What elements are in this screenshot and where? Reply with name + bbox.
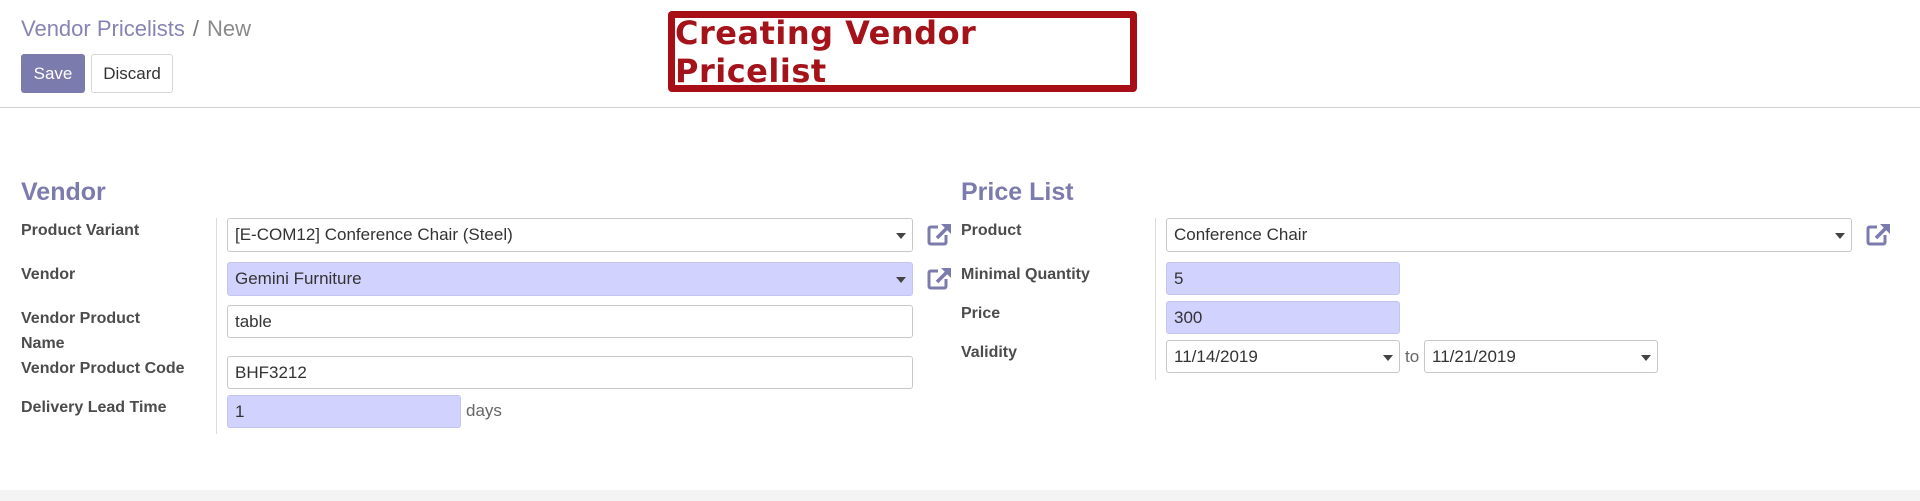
chevron-down-icon[interactable] bbox=[896, 233, 906, 239]
vendor-select[interactable]: Gemini Furniture bbox=[227, 262, 913, 296]
product-variant-label: Product Variant bbox=[21, 222, 140, 239]
product-value: Conference Chair bbox=[1174, 225, 1308, 244]
product-label: Product bbox=[961, 222, 1022, 239]
bottom-strip bbox=[0, 490, 1920, 501]
vendor-product-code-label: Vendor Product Code bbox=[21, 360, 185, 377]
vendor-product-name-input[interactable]: table bbox=[227, 305, 913, 338]
vendor-product-name-value: table bbox=[235, 311, 272, 331]
minimal-quantity-value: 5 bbox=[1174, 268, 1184, 288]
validity-to-label: to bbox=[1405, 347, 1420, 366]
title-banner: Creating Vendor Pricelist bbox=[668, 11, 1137, 92]
product-variant-value: [E-COM12] Conference Chair (Steel) bbox=[235, 225, 513, 244]
delivery-lead-time-unit: days bbox=[466, 401, 502, 420]
title-banner-inner: Creating Vendor Pricelist bbox=[675, 14, 1130, 90]
price-value: 300 bbox=[1174, 307, 1203, 327]
external-link-icon[interactable] bbox=[1865, 221, 1893, 247]
chevron-down-icon[interactable] bbox=[1383, 355, 1393, 361]
external-link-icon[interactable] bbox=[926, 265, 954, 291]
breadcrumb-current: New bbox=[206, 16, 251, 41]
product-select[interactable]: Conference Chair bbox=[1166, 218, 1852, 252]
delivery-lead-time-label: Delivery Lead Time bbox=[21, 399, 167, 416]
chevron-down-icon[interactable] bbox=[1835, 233, 1845, 239]
vendor-product-name-label-line2: Name bbox=[21, 335, 65, 352]
delivery-lead-time-input[interactable]: 1 bbox=[227, 395, 461, 428]
title-banner-text: Creating Vendor Pricelist bbox=[675, 13, 977, 90]
breadcrumb: Vendor Pricelists / New bbox=[21, 16, 251, 42]
external-link-icon[interactable] bbox=[926, 221, 954, 247]
product-variant-select[interactable]: [E-COM12] Conference Chair (Steel) bbox=[227, 218, 913, 252]
breadcrumb-parent-link[interactable]: Vendor Pricelists bbox=[21, 16, 185, 42]
vendor-label: Vendor bbox=[21, 266, 76, 283]
save-button[interactable]: Save bbox=[21, 54, 85, 93]
vendor-group-title: Vendor bbox=[21, 178, 106, 206]
validity-date-to[interactable]: 11/21/2019 bbox=[1424, 340, 1658, 373]
validity-date-to-value: 11/21/2019 bbox=[1432, 346, 1516, 366]
vendor-product-code-value: BHF3212 bbox=[235, 362, 307, 382]
discard-button[interactable]: Discard bbox=[91, 54, 173, 93]
chevron-down-icon[interactable] bbox=[1641, 355, 1651, 361]
chevron-down-icon[interactable] bbox=[896, 277, 906, 283]
minimal-quantity-label: Minimal Quantity bbox=[961, 266, 1090, 283]
price-input[interactable]: 300 bbox=[1166, 301, 1400, 334]
delivery-lead-time-value: 1 bbox=[235, 401, 245, 421]
vendor-value: Gemini Furniture bbox=[235, 269, 362, 288]
validity-date-from[interactable]: 11/14/2019 bbox=[1166, 340, 1400, 373]
vendor-product-code-input[interactable]: BHF3212 bbox=[227, 356, 913, 389]
vendor-product-name-label: Vendor Product bbox=[21, 310, 141, 327]
pricelist-group-divider bbox=[1155, 218, 1156, 380]
breadcrumb-separator: / bbox=[192, 16, 199, 41]
pricelist-group-title: Price List bbox=[961, 178, 1074, 206]
control-panel: Vendor Pricelists / New Save Discard Cre… bbox=[0, 0, 1920, 108]
price-label: Price bbox=[961, 305, 1001, 322]
minimal-quantity-input[interactable]: 5 bbox=[1166, 262, 1400, 295]
validity-date-from-value: 11/14/2019 bbox=[1174, 346, 1258, 366]
vendor-group-divider bbox=[216, 218, 217, 434]
validity-label: Validity bbox=[961, 344, 1018, 361]
